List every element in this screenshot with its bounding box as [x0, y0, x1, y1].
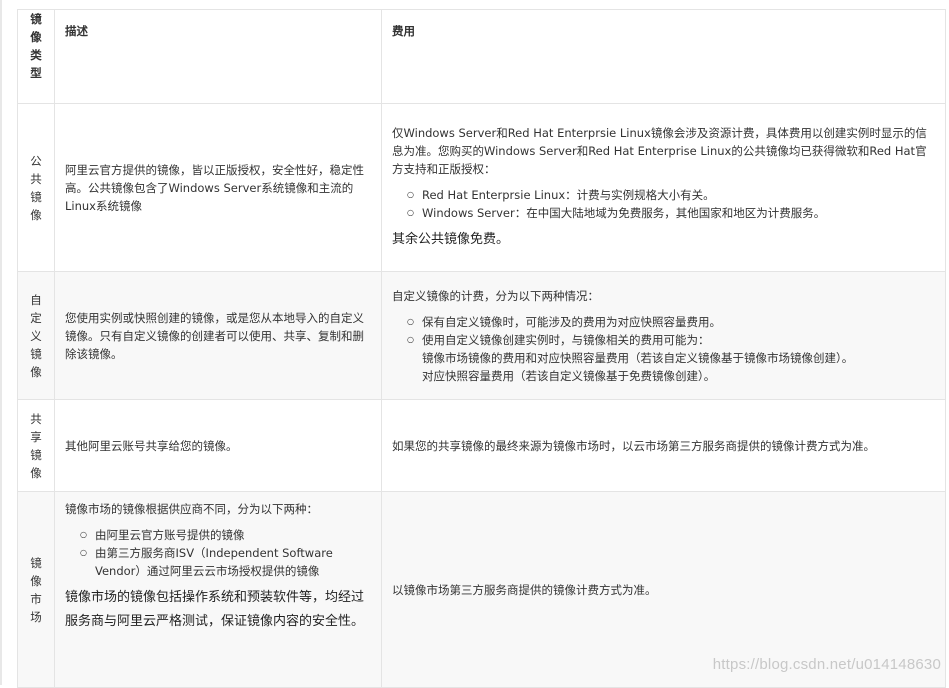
sub-item: 对应快照容量费用（若该自定义镜像基于免费镜像创建）。 — [422, 368, 716, 383]
list-item: Red Hat Enterprsie Linux：计费与实例规格大小有关。 — [407, 186, 935, 204]
desc-shared: 其他阿里云账号共享给您的镜像。 — [54, 399, 382, 492]
desc-marketplace-intro: 镜像市场的镜像根据供应商不同，分为以下两种： — [65, 502, 318, 516]
type-marketplace: 镜像市场 — [17, 491, 55, 688]
list-item: Windows Server：在中国大陆地域为免费服务，其他国家和地区为计费服务… — [407, 204, 935, 222]
header-description: 描述 — [54, 9, 382, 104]
type-custom: 自定义镜像 — [17, 271, 55, 400]
desc-custom: 您使用实例或快照创建的镜像，或是您从本地导入的自定义镜像。只有自定义镜像的创建者… — [54, 271, 382, 400]
fee-public-intro: 仅Windows Server和Red Hat Enterprsie Linux… — [392, 125, 927, 176]
fee-custom: 自定义镜像的计费，分为以下两种情况： 保有自定义镜像时，可能涉及的费用为对应快照… — [381, 271, 946, 400]
watermark: https://blog.csdn.net/u014148630 — [712, 656, 941, 673]
type-public: 公共镜像 — [17, 103, 55, 272]
sub-item: 镜像市场镜像的费用和对应快照容量费用（若该自定义镜像基于镜像市场镜像创建）。 — [422, 350, 854, 365]
list-item: 保有自定义镜像时，可能涉及的费用为对应快照容量费用。 — [407, 313, 935, 331]
desc-public: 阿里云官方提供的镜像，皆以正版授权，安全性好，稳定性高。公共镜像包含了Windo… — [54, 103, 382, 272]
desc-marketplace-note: 镜像市场的镜像包括操作系统和预装软件等，均经过服务商与阿里云严格测试，保证镜像内… — [65, 590, 365, 629]
left-border — [0, 0, 2, 685]
table-row: 公共镜像 阿里云官方提供的镜像，皆以正版授权，安全性好，稳定性高。公共镜像包含了… — [17, 103, 946, 272]
header-fee: 费用 — [381, 9, 946, 104]
type-shared: 共享镜像 — [17, 399, 55, 492]
list-item: 由第三方服务商ISV（Independent Software Vendor）通… — [80, 544, 371, 580]
desc-marketplace: 镜像市场的镜像根据供应商不同，分为以下两种： 由阿里云官方账号提供的镜像 由第三… — [54, 491, 382, 688]
table-row: 共享镜像 其他阿里云账号共享给您的镜像。 如果您的共享镜像的最终来源为镜像市场时… — [17, 399, 946, 492]
list-item-text: 使用自定义镜像创建实例时，与镜像相关的费用可能为： — [422, 332, 710, 347]
desc-marketplace-list: 由阿里云官方账号提供的镜像 由第三方服务商ISV（Independent Sof… — [65, 526, 371, 580]
fee-shared: 如果您的共享镜像的最终来源为镜像市场时，以云市场第三方服务商提供的镜像计费方式为… — [381, 399, 946, 492]
fee-public-list: Red Hat Enterprsie Linux：计费与实例规格大小有关。 Wi… — [392, 186, 935, 222]
table-header-row: 镜像类型 描述 费用 — [17, 9, 946, 104]
header-image-type: 镜像类型 — [17, 9, 55, 104]
fee-custom-intro: 自定义镜像的计费，分为以下两种情况： — [392, 288, 599, 303]
fee-custom-list: 保有自定义镜像时，可能涉及的费用为对应快照容量费用。 使用自定义镜像创建实例时，… — [392, 313, 935, 385]
fee-public: 仅Windows Server和Red Hat Enterprsie Linux… — [381, 103, 946, 272]
list-item: 由阿里云官方账号提供的镜像 — [80, 526, 371, 544]
list-item: 使用自定义镜像创建实例时，与镜像相关的费用可能为： 镜像市场镜像的费用和对应快照… — [407, 331, 935, 385]
image-type-table: 镜像类型 描述 费用 公共镜像 阿里云官方提供的镜像，皆以正版授权，安全性好，稳… — [17, 9, 946, 688]
table-row: 自定义镜像 您使用实例或快照创建的镜像，或是您从本地导入的自定义镜像。只有自定义… — [17, 271, 946, 400]
fee-public-note: 其余公共镜像免费。 — [392, 231, 510, 247]
